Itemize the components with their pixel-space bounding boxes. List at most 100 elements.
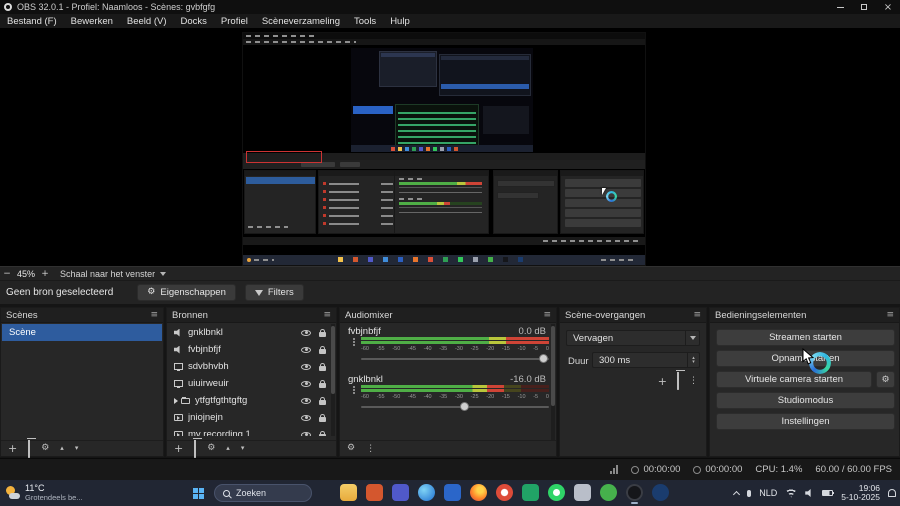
- lock-toggle[interactable]: [314, 379, 330, 388]
- scale-mode-dropdown[interactable]: Schaal naar het venster: [60, 269, 167, 279]
- expand-arrow-icon[interactable]: [174, 397, 178, 404]
- scene-list-item[interactable]: Scène: [2, 324, 162, 341]
- taskbar-file-explorer-icon[interactable]: [340, 484, 357, 501]
- taskbar-office-icon[interactable]: [366, 484, 383, 501]
- taskbar-app-blue-icon[interactable]: [444, 484, 461, 501]
- move-scene-up-button[interactable]: ▴: [60, 445, 64, 452]
- scrollbar-thumb[interactable]: [551, 326, 555, 406]
- visibility-toggle[interactable]: [298, 329, 314, 336]
- menu-docks[interactable]: Docks: [174, 14, 214, 28]
- properties-button[interactable]: ⚙ Eigenschappen: [137, 284, 236, 301]
- maximize-button[interactable]: [852, 0, 876, 14]
- taskbar-app-green-icon[interactable]: [600, 484, 617, 501]
- language-indicator[interactable]: NLD: [759, 488, 777, 498]
- zoom-out-button[interactable]: −: [0, 269, 14, 279]
- menu-sceneverzameling[interactable]: Scèneverzameling: [255, 14, 347, 28]
- panel-menu-icon[interactable]: ≡: [150, 310, 158, 320]
- slider-handle[interactable]: [460, 402, 469, 411]
- source-row[interactable]: my recording 1: [167, 426, 330, 436]
- duration-input[interactable]: 300 ms ▴ ▾: [592, 352, 700, 368]
- close-button[interactable]: ×: [876, 0, 900, 14]
- taskbar-edge-icon[interactable]: [418, 484, 435, 501]
- remove-source-button[interactable]: [194, 439, 197, 458]
- source-properties-button[interactable]: ⚙: [207, 444, 215, 453]
- panel-menu-icon[interactable]: ≡: [543, 310, 551, 320]
- menu-hulp[interactable]: Hulp: [383, 14, 417, 28]
- lock-toggle[interactable]: [314, 413, 330, 422]
- scene-filters-button[interactable]: ⚙: [41, 444, 49, 453]
- lock-toggle[interactable]: [314, 396, 330, 405]
- mixer-menu-button[interactable]: ⋮: [366, 444, 375, 454]
- taskbar-obs-icon[interactable]: [626, 484, 643, 504]
- source-row[interactable]: ytfgtfgthtgftg: [167, 392, 330, 409]
- move-scene-down-button[interactable]: ▾: [75, 445, 79, 452]
- taskbar-whatsapp-icon[interactable]: [548, 484, 565, 501]
- visibility-toggle[interactable]: [298, 380, 314, 387]
- start-button[interactable]: [190, 485, 207, 502]
- taskbar-app-dark-icon[interactable]: [652, 484, 669, 501]
- lock-toggle[interactable]: [314, 345, 330, 354]
- remove-transition-button[interactable]: [677, 372, 679, 390]
- mixer-settings-button[interactable]: ⚙: [347, 444, 355, 453]
- move-source-down-button[interactable]: ▾: [241, 445, 245, 452]
- source-row[interactable]: fvbjnbfjf: [167, 341, 330, 358]
- volume-slider[interactable]: [361, 402, 549, 412]
- microphone-icon[interactable]: [747, 489, 752, 497]
- minimize-button[interactable]: [828, 0, 852, 14]
- menu-bewerken[interactable]: Bewerken: [64, 14, 120, 28]
- taskbar-firefox-icon[interactable]: [470, 484, 487, 501]
- lock-toggle[interactable]: [314, 362, 330, 371]
- panel-menu-icon[interactable]: ≡: [323, 310, 331, 320]
- menu-beeld[interactable]: Beeld (V): [120, 14, 174, 28]
- menu-tools[interactable]: Tools: [347, 14, 383, 28]
- lock-toggle[interactable]: [314, 430, 330, 436]
- notifications-icon[interactable]: [888, 489, 896, 497]
- panel-menu-icon[interactable]: ≡: [886, 310, 894, 320]
- taskbar-app-gray-icon[interactable]: [574, 484, 591, 501]
- source-row[interactable]: sdvbhvbh: [167, 358, 330, 375]
- panel-menu-icon[interactable]: ≡: [693, 310, 701, 320]
- menu-profiel[interactable]: Profiel: [214, 14, 255, 28]
- transition-menu-button[interactable]: ⋮: [689, 376, 698, 386]
- zoom-in-button[interactable]: +: [38, 269, 52, 279]
- transition-select[interactable]: Vervagen: [566, 330, 700, 346]
- taskbar-clock[interactable]: 19:06 5-10-2025: [841, 483, 880, 503]
- weather-widget[interactable]: 11°C Grotendeels be...: [6, 483, 83, 502]
- visibility-toggle[interactable]: [298, 363, 314, 370]
- taskbar-browser-icon[interactable]: [496, 484, 513, 501]
- visibility-toggle[interactable]: [298, 397, 314, 404]
- wifi-icon[interactable]: [785, 488, 798, 498]
- add-transition-button[interactable]: +: [658, 376, 667, 387]
- battery-icon[interactable]: [822, 490, 835, 496]
- virtual-camera-config-button[interactable]: ⚙: [876, 371, 895, 388]
- menu-bestand[interactable]: Bestand (F): [0, 14, 64, 28]
- source-row[interactable]: gnklbnkl: [167, 324, 330, 341]
- lock-toggle[interactable]: [314, 328, 330, 337]
- spin-down-button[interactable]: ▾: [692, 360, 695, 365]
- start-virtual-camera-button[interactable]: Virtuele camera starten: [716, 371, 872, 388]
- mixer-scrollbar[interactable]: [551, 324, 555, 440]
- slider-handle[interactable]: [539, 354, 548, 363]
- preview-canvas[interactable]: [0, 28, 900, 266]
- source-row[interactable]: uiuirweuir: [167, 375, 330, 392]
- volume-slider[interactable]: [361, 354, 549, 364]
- scrollbar-thumb[interactable]: [331, 326, 335, 394]
- filters-button[interactable]: Filters: [244, 284, 304, 301]
- visibility-toggle[interactable]: [298, 431, 314, 436]
- tray-chevron-up-icon[interactable]: [733, 490, 741, 498]
- visibility-toggle[interactable]: [298, 414, 314, 421]
- add-source-button[interactable]: +: [174, 443, 183, 454]
- taskbar-teams-icon[interactable]: [392, 484, 409, 501]
- remove-scene-button[interactable]: [28, 439, 31, 458]
- start-streaming-button[interactable]: Streamen starten: [716, 329, 895, 346]
- settings-button[interactable]: Instellingen: [716, 413, 895, 430]
- sources-scrollbar[interactable]: [331, 324, 335, 436]
- source-row[interactable]: jniojnejn: [167, 409, 330, 426]
- volume-icon[interactable]: [805, 489, 811, 497]
- move-source-up-button[interactable]: ▴: [226, 445, 230, 452]
- add-scene-button[interactable]: +: [8, 443, 17, 454]
- visibility-toggle[interactable]: [298, 346, 314, 353]
- studio-mode-button[interactable]: Studiomodus: [716, 392, 895, 409]
- search-box[interactable]: Zoeken: [214, 484, 312, 502]
- taskbar-excel-icon[interactable]: [522, 484, 539, 501]
